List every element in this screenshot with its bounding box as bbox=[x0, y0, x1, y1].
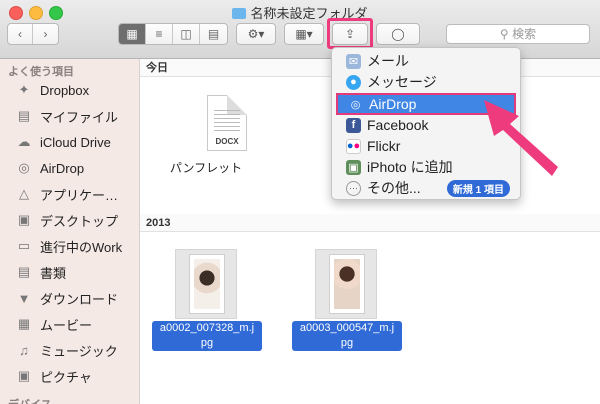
pink-arrow-icon bbox=[484, 100, 558, 176]
finder-window: 名称未設定フォルダ ‹ › ▦ ≡ ◫ ▤ ⚙▾ ▦▾ ⇪ ◯ ⚲ 検索 よく使… bbox=[0, 0, 600, 404]
annotation-arrow bbox=[484, 100, 558, 176]
